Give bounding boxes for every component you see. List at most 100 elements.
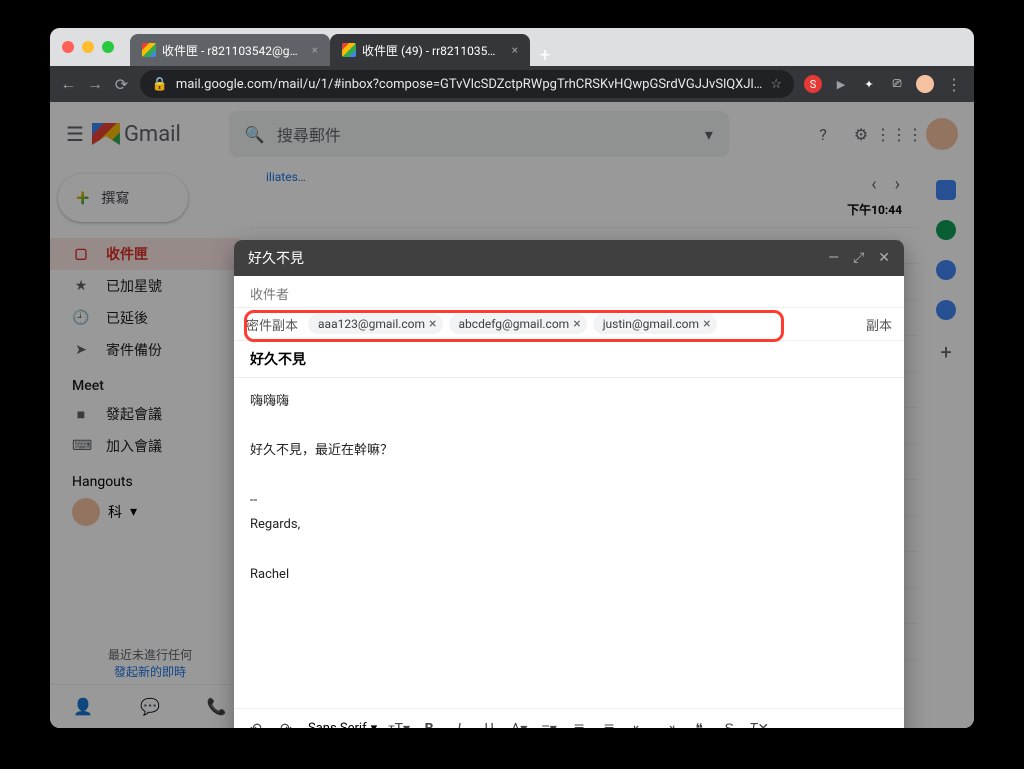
profile-avatar[interactable]	[916, 75, 934, 93]
compose-button[interactable]: + 撰寫	[58, 174, 188, 222]
start-chat-link[interactable]: 發起新的即時	[114, 665, 186, 679]
compose-header[interactable]: 好久不見 — ⤢ ✕	[234, 240, 904, 276]
sidebar: + 撰寫 ▢收件匣 ★已加星號 🕘已延後 ➤寄件備份 Meet ■發起會議 ⌨加…	[50, 166, 250, 728]
star-icon[interactable]: ☆	[770, 77, 782, 92]
font-select[interactable]: Sans Serif ▾	[302, 721, 383, 728]
address-bar[interactable]: 🔒 mail.google.com/mail/u/1/#inbox?compos…	[140, 70, 794, 98]
person-icon[interactable]: 👤	[73, 697, 93, 716]
traffic-lights	[62, 41, 114, 53]
close-tab-icon[interactable]: ×	[312, 43, 318, 57]
forward-button[interactable]: →	[87, 74, 104, 94]
meet-header: Meet	[50, 366, 250, 398]
formatting-toolbar: ↶ ↷ Sans Serif ▾ ᴛT▾ B I U A▾ ≡▾ ≣ ≣ ⇤ ⇥…	[234, 708, 904, 728]
minimize-window[interactable]	[82, 41, 94, 53]
remove-chip-icon[interactable]: ×	[429, 316, 436, 332]
help-icon[interactable]: ?	[812, 123, 834, 145]
mail-row[interactable]: 下午10:44	[250, 192, 918, 228]
apps-icon[interactable]: ⋮⋮⋮	[888, 123, 910, 145]
hangouts-avatar	[72, 498, 100, 526]
indent-more-button[interactable]: ⇥	[655, 715, 683, 729]
extensions-icon[interactable]: ✦	[860, 75, 878, 93]
cc-link[interactable]: 副本	[866, 315, 892, 334]
bold-button[interactable]: B	[415, 715, 443, 729]
gmail-logo[interactable]: Gmail	[92, 122, 181, 147]
clear-format-button[interactable]: T✕	[745, 715, 773, 729]
browser-tab-2[interactable]: 收件匣 (49) - rr821103542@gm…×	[330, 34, 530, 66]
hangouts-icon[interactable]: 💬	[140, 697, 160, 716]
search-options-icon[interactable]: ▾	[705, 125, 713, 144]
compose-title: 好久不見	[248, 248, 304, 268]
strikethrough-button[interactable]: S̶	[715, 715, 743, 729]
minimize-icon[interactable]: —	[828, 250, 839, 266]
bcc-label: 密件副本	[246, 315, 298, 334]
contacts-icon[interactable]	[936, 300, 956, 320]
gmail-app: ☰ Gmail 🔍 搜尋郵件 ▾ ? ⚙ ⋮⋮⋮ ‹ ›	[50, 102, 974, 728]
quote-button[interactable]: ❝	[685, 715, 713, 729]
extension-play-icon[interactable]: ▶	[832, 75, 850, 93]
recipient-chip[interactable]: aaa123@gmail.com×	[308, 314, 443, 334]
close-icon[interactable]: ✕	[878, 250, 890, 266]
search-bar[interactable]: 🔍 搜尋郵件 ▾	[229, 111, 729, 157]
prev-page[interactable]: ‹	[871, 174, 876, 195]
settings-icon[interactable]: ⚙	[850, 123, 872, 145]
cast-icon[interactable]: ⎚	[888, 75, 906, 93]
subject-field[interactable]: 好久不見	[234, 340, 904, 378]
bullet-list-button[interactable]: ≣	[595, 715, 623, 729]
maximize-window[interactable]	[102, 41, 114, 53]
next-page[interactable]: ›	[895, 174, 900, 195]
chevron-down-icon: ▾	[371, 721, 378, 728]
font-size-button[interactable]: ᴛT▾	[385, 715, 413, 729]
undo-button[interactable]: ↶	[242, 715, 270, 729]
back-button[interactable]: ←	[60, 74, 77, 94]
redo-button[interactable]: ↷	[272, 715, 300, 729]
phone-icon[interactable]: 📞	[207, 697, 227, 716]
gmail-header: ☰ Gmail 🔍 搜尋郵件 ▾ ? ⚙ ⋮⋮⋮	[50, 102, 974, 166]
reload-button[interactable]: ⟳	[113, 75, 130, 94]
browser-menu[interactable]: ⋮	[944, 75, 964, 94]
expand-icon[interactable]: ⤢	[853, 250, 864, 266]
indent-less-button[interactable]: ⇤	[625, 715, 653, 729]
extension-s[interactable]: S	[804, 75, 822, 93]
recipient-chip[interactable]: abcdefg@gmail.com×	[449, 314, 587, 334]
gmail-favicon	[142, 43, 156, 57]
video-icon: ■	[72, 406, 90, 423]
underline-button[interactable]: U	[475, 715, 503, 729]
italic-button[interactable]: I	[445, 715, 473, 729]
send-icon: ➤	[72, 342, 90, 358]
meet-join[interactable]: ⌨加入會議	[50, 430, 250, 462]
close-window[interactable]	[62, 41, 74, 53]
compose-dialog: 好久不見 — ⤢ ✕ 收件者 密件副本 aaa123@gmail.com× ab…	[234, 240, 904, 728]
browser-tab-1[interactable]: 收件匣 - r821103542@gmail.c…×	[130, 34, 330, 66]
remove-chip-icon[interactable]: ×	[573, 316, 580, 332]
browser-window: 收件匣 - r821103542@gmail.c…× 收件匣 (49) - rr…	[50, 28, 974, 728]
bcc-row[interactable]: 密件副本 aaa123@gmail.com× abcdefg@gmail.com…	[234, 308, 904, 340]
gmail-favicon	[342, 43, 356, 57]
meet-new[interactable]: ■發起會議	[50, 398, 250, 430]
sidebar-snoozed[interactable]: 🕘已延後	[50, 302, 250, 334]
numbered-list-button[interactable]: ≣	[565, 715, 593, 729]
tasks-icon[interactable]	[936, 260, 956, 280]
main-menu-icon[interactable]: ☰	[66, 122, 84, 146]
text-color-button[interactable]: A▾	[505, 715, 533, 729]
calendar-icon[interactable]	[936, 180, 956, 200]
lock-icon: 🔒	[152, 77, 168, 92]
hangouts-user[interactable]: 科 ▾	[72, 498, 228, 526]
keep-icon[interactable]	[936, 220, 956, 240]
remove-chip-icon[interactable]: ×	[703, 316, 710, 332]
new-tab-button[interactable]: +	[530, 45, 560, 66]
partial-text: iliates…	[250, 166, 918, 192]
sidebar-starred[interactable]: ★已加星號	[50, 270, 250, 302]
align-button[interactable]: ≡▾	[535, 715, 563, 729]
close-tab-icon[interactable]: ×	[512, 43, 518, 57]
plus-icon: +	[76, 184, 89, 212]
add-panel-icon[interactable]: +	[940, 340, 951, 364]
account-avatar[interactable]	[926, 118, 958, 150]
recipient-chip[interactable]: justin@gmail.com×	[593, 314, 717, 334]
compose-body[interactable]: 嗨嗨嗨 好久不見，最近在幹嘛？ --Regards, Rachel	[234, 378, 904, 708]
recipients-row[interactable]: 收件者	[234, 276, 904, 308]
sidebar-inbox[interactable]: ▢收件匣	[50, 238, 250, 270]
chevron-down-icon: ▾	[130, 504, 137, 520]
inbox-icon: ▢	[72, 246, 90, 262]
sidebar-sent[interactable]: ➤寄件備份	[50, 334, 250, 366]
browser-tabs: 收件匣 - r821103542@gmail.c…× 收件匣 (49) - rr…	[130, 28, 560, 66]
